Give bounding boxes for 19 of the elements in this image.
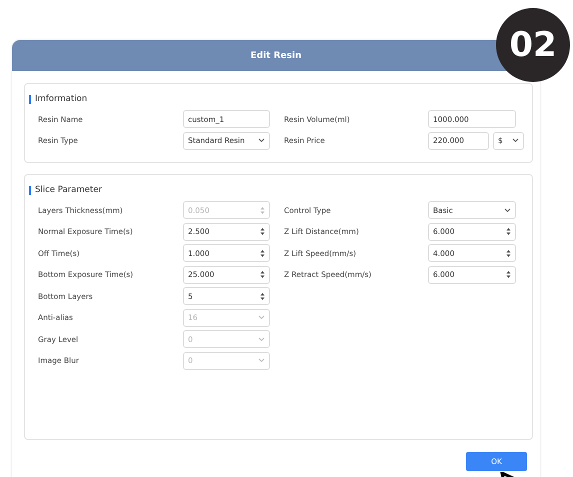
spinner-arrows-icon[interactable] — [260, 292, 265, 300]
chevron-down-icon — [258, 138, 265, 143]
section-title: Imformation — [35, 94, 88, 104]
spinner-arrows-icon[interactable] — [506, 248, 511, 258]
chevron-down-icon — [512, 138, 519, 143]
step-badge: 02 — [496, 8, 570, 82]
spinner-arrows-icon[interactable] — [260, 248, 265, 258]
chevron-down-icon — [258, 315, 265, 320]
chevron-down-icon — [504, 208, 511, 212]
spinner-arrows-icon[interactable] — [260, 270, 265, 279]
spinner-arrows-icon[interactable] — [260, 227, 265, 236]
section-title: Slice Parameter — [35, 185, 102, 195]
chevron-down-icon — [258, 358, 265, 363]
spinner-arrows-icon[interactable] — [506, 227, 511, 236]
section-accent — [29, 94, 31, 104]
spinner-arrows-icon[interactable] — [506, 270, 511, 279]
dialog-title: Edit Resin — [250, 50, 302, 60]
section-accent — [29, 186, 31, 194]
chevron-down-icon — [258, 336, 265, 342]
